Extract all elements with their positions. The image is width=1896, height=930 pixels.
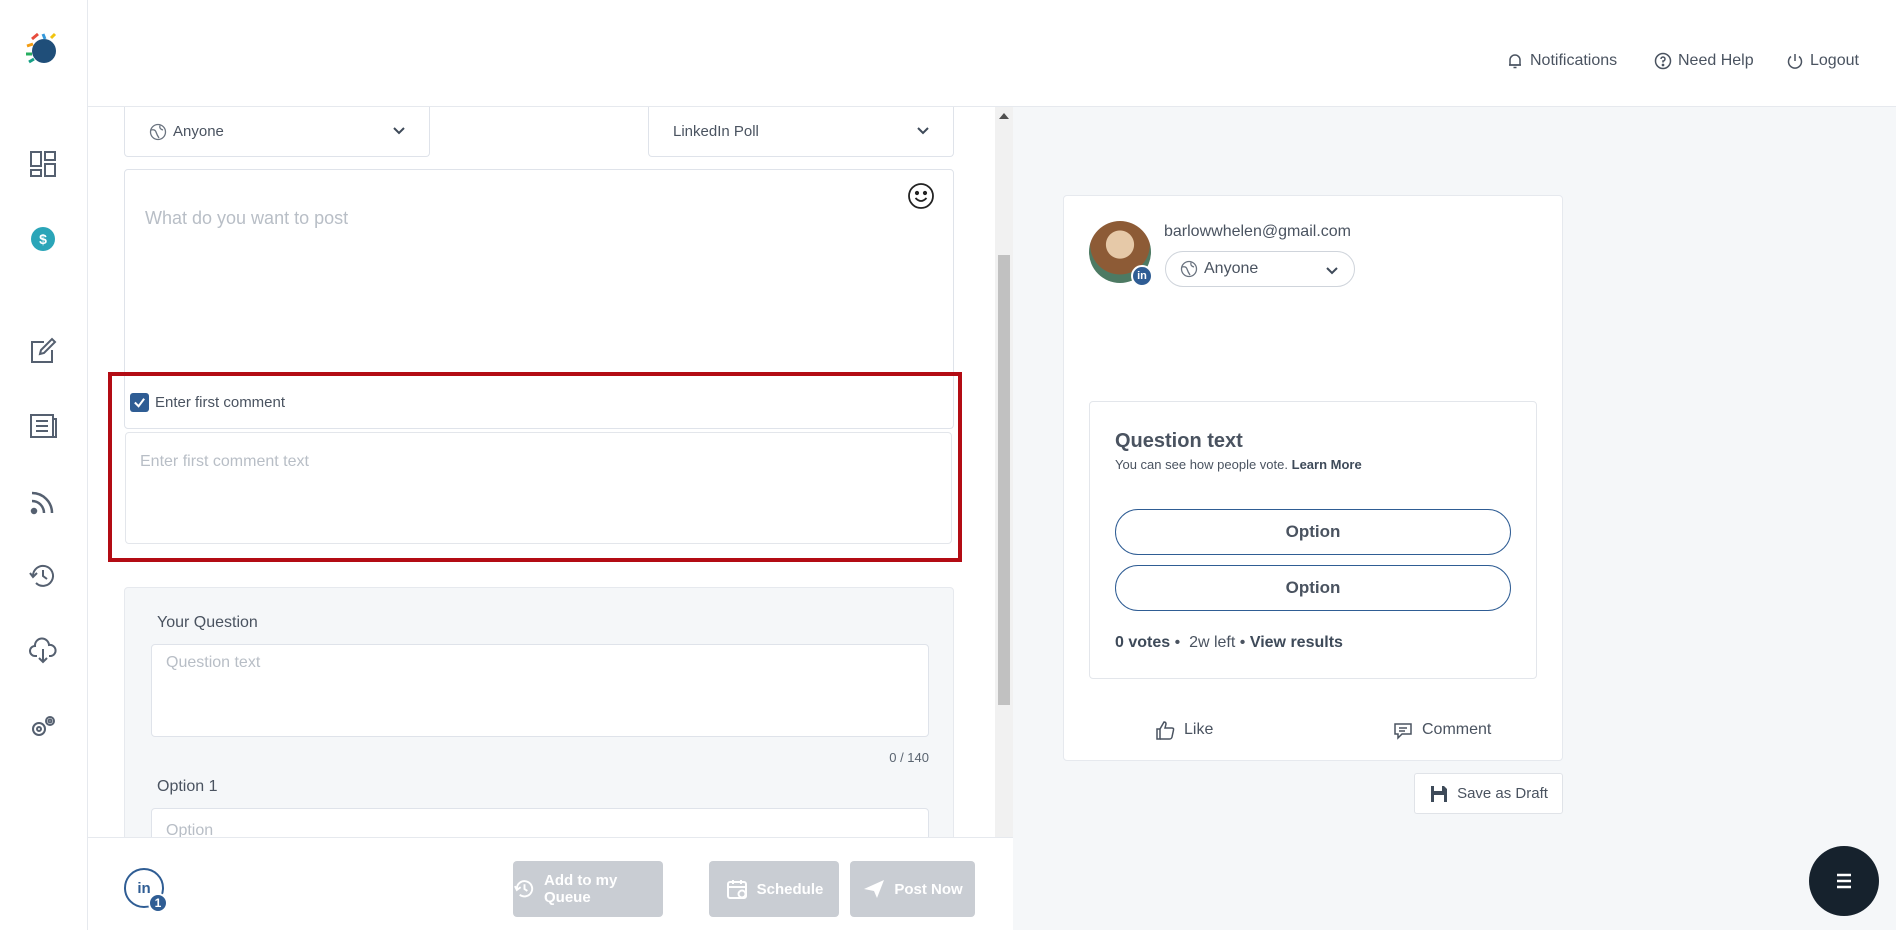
first-comment-checkbox[interactable] xyxy=(130,393,149,412)
schedule-button[interactable]: Schedule xyxy=(709,861,839,917)
add-to-queue-label: Add to my Queue xyxy=(544,872,618,906)
bell-icon xyxy=(1509,54,1521,69)
thumbs-up-icon xyxy=(1156,721,1175,740)
rss-feed-icon[interactable] xyxy=(26,485,60,519)
poll-footer: 0 votes • 2w left • View results xyxy=(1115,634,1343,651)
comment-label: Comment xyxy=(1422,721,1492,738)
option1-placeholder: Option xyxy=(166,822,214,837)
emoji-icon[interactable] xyxy=(907,182,935,210)
globe-icon xyxy=(149,123,167,140)
account-count-badge: 1 xyxy=(148,893,168,913)
poll-votes: 0 votes xyxy=(1115,634,1171,651)
poll-subtitle-text: You can see how people vote. xyxy=(1115,457,1288,472)
poll-option-button[interactable]: Option xyxy=(1115,509,1511,555)
help-label: Need Help xyxy=(1678,52,1754,69)
cloud-download-icon[interactable] xyxy=(26,634,60,668)
preview-card: in barlowwhelen@gmail.com Anyone Questio… xyxy=(1063,195,1563,761)
question-placeholder: Question text xyxy=(166,654,261,671)
globe-icon xyxy=(1180,260,1198,278)
poll-option-button[interactable]: Option xyxy=(1115,565,1511,611)
learn-more-link[interactable]: Learn More xyxy=(1292,457,1362,472)
poll-form: Your Question Question text 0 / 140 Opti… xyxy=(124,587,954,837)
posts-icon[interactable] xyxy=(26,409,60,443)
preview-visibility-value: Anyone xyxy=(1204,260,1259,277)
view-results-link[interactable]: View results xyxy=(1250,634,1343,651)
linkedin-badge: in xyxy=(1131,265,1153,287)
editor-scrollbar[interactable] xyxy=(995,107,1013,837)
post-placeholder: What do you want to post xyxy=(145,208,349,228)
top-header: Notifications Need Help Logout xyxy=(88,0,1896,107)
logout-link[interactable]: Logout xyxy=(1786,52,1859,70)
post-type-dropdown[interactable]: LinkedIn Poll xyxy=(648,107,954,157)
option1-label: Option 1 xyxy=(157,778,218,795)
app-logo[interactable] xyxy=(21,30,63,72)
help-link[interactable]: Need Help xyxy=(1654,52,1754,70)
first-comment-toggle[interactable]: Enter first comment xyxy=(130,393,285,412)
help-icon xyxy=(1654,52,1672,70)
schedule-label: Schedule xyxy=(756,880,824,898)
option1-input[interactable]: Option xyxy=(151,808,929,837)
calendar-icon xyxy=(726,880,747,899)
check-icon xyxy=(134,398,145,408)
scroll-up-arrow[interactable] xyxy=(999,113,1009,119)
chevron-down-icon xyxy=(393,127,405,135)
power-icon xyxy=(1787,54,1803,69)
like-button[interactable]: Like xyxy=(1154,719,1213,741)
app-root: $ Notifications Need Help Logout Anyone … xyxy=(0,0,1896,930)
comment-icon xyxy=(1394,723,1412,740)
action-bar: in 1 Add to my Queue Schedule Post Now xyxy=(88,837,1013,930)
comment-button[interactable]: Comment xyxy=(1392,719,1491,741)
chevron-down-icon xyxy=(1326,267,1338,275)
queue-icon xyxy=(514,880,534,898)
history-icon[interactable] xyxy=(26,559,60,593)
svg-text:$: $ xyxy=(39,231,47,247)
menu-fab[interactable] xyxy=(1809,846,1879,916)
poll-time-left: 2w left xyxy=(1189,634,1236,651)
linkedin-chip-label: in xyxy=(137,879,151,897)
save-draft-button[interactable]: Save as Draft xyxy=(1414,773,1563,814)
send-icon xyxy=(864,880,885,898)
account-email: barlowwhelen@gmail.com xyxy=(1164,223,1351,240)
scroll-thumb[interactable] xyxy=(998,255,1010,705)
add-to-queue-button[interactable]: Add to my Queue xyxy=(513,861,663,917)
chevron-down-icon xyxy=(917,127,929,135)
post-now-label: Post Now xyxy=(894,880,963,898)
notifications-label: Notifications xyxy=(1530,52,1618,69)
post-now-button[interactable]: Post Now xyxy=(850,861,975,917)
preview-visibility-dropdown[interactable]: Anyone xyxy=(1165,251,1355,287)
save-draft-label: Save as Draft xyxy=(1457,785,1548,802)
question-input[interactable]: Question text xyxy=(151,644,929,737)
compose-icon[interactable] xyxy=(26,334,60,368)
logout-label: Logout xyxy=(1810,52,1859,69)
poll-preview: Question text You can see how people vot… xyxy=(1089,401,1537,679)
visibility-value: Anyone xyxy=(173,123,224,140)
poll-subtitle: You can see how people vote. Learn More xyxy=(1115,457,1362,472)
question-counter: 0 / 140 xyxy=(889,750,929,765)
billing-icon[interactable]: $ xyxy=(26,222,60,256)
like-label: Like xyxy=(1184,721,1214,738)
visibility-dropdown[interactable]: Anyone xyxy=(124,107,430,157)
post-editor: Anyone LinkedIn Poll What do you want to… xyxy=(88,107,995,837)
floppy-disk-icon xyxy=(1431,785,1448,802)
sidebar: $ xyxy=(0,0,88,930)
notifications-link[interactable]: Notifications xyxy=(1506,52,1617,70)
first-comment-label: Enter first comment xyxy=(155,394,286,411)
settings-icon[interactable] xyxy=(26,710,60,744)
poll-question: Question text xyxy=(1115,430,1243,452)
first-comment-placeholder: Enter first comment text xyxy=(140,453,309,470)
hamburger-icon xyxy=(1837,873,1851,889)
dashboard-icon[interactable] xyxy=(26,147,60,181)
post-type-value: LinkedIn Poll xyxy=(673,123,759,140)
question-label: Your Question xyxy=(157,614,258,631)
first-comment-input[interactable]: Enter first comment text xyxy=(125,432,952,544)
